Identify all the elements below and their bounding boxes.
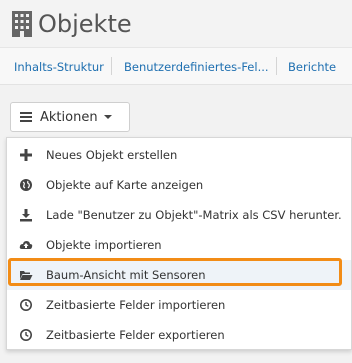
cloud-upload-icon	[19, 241, 33, 249]
menu-item-label: Zeitbasierte Felder exportieren	[46, 328, 225, 342]
menu-item-label: Objekte importieren	[46, 238, 162, 252]
menu-item-label: Neues Objekt erstellen	[46, 148, 178, 162]
menu-item-export-time-fields[interactable]: Zeitbasierte Felder exportieren	[7, 320, 351, 350]
menu-item-tree-view-sensors[interactable]: Baum-Ansicht mit Sensoren	[7, 260, 351, 290]
actions-menu: Neues Objekt erstellen Objekte auf Karte…	[6, 137, 352, 350]
tab-benutzerdefiniertes-felder[interactable]: Benutzerdefiniertes-Fel...	[124, 60, 269, 74]
actions-label: Aktionen	[40, 109, 98, 125]
building-icon	[12, 11, 32, 37]
menu-item-label: Baum-Ansicht mit Sensoren	[46, 268, 206, 282]
menu-item-label: Zeitbasierte Felder importieren	[46, 298, 226, 312]
title-row: Objekte	[10, 9, 132, 39]
menu-item-import-objects[interactable]: Objekte importieren	[7, 230, 351, 260]
actions-dropdown-button[interactable]: Aktionen	[10, 102, 130, 132]
clock-icon	[20, 329, 32, 341]
menu-item-show-on-map[interactable]: Objekte auf Karte anzeigen	[7, 170, 351, 200]
menu-item-label: Lade "Benutzer zu Objekt"-Matrix als CSV…	[46, 208, 342, 222]
clock-icon	[20, 299, 32, 311]
plus-icon	[20, 149, 32, 161]
page-title: Objekte	[38, 10, 132, 38]
menu-item-download-matrix[interactable]: Lade "Benutzer zu Objekt"-Matrix als CSV…	[7, 200, 351, 230]
tab-inhalts-struktur[interactable]: Inhalts-Struktur	[14, 60, 104, 74]
download-icon	[20, 209, 32, 222]
menu-item-new-object[interactable]: Neues Objekt erstellen	[7, 140, 351, 170]
menu-item-import-time-fields[interactable]: Zeitbasierte Felder importieren	[7, 290, 351, 320]
tab-berichte[interactable]: Berichte	[288, 60, 336, 74]
folder-open-icon	[20, 271, 33, 280]
menu-icon	[20, 112, 32, 122]
page-header: Objekte	[0, 0, 352, 47]
tab-separator	[111, 57, 112, 75]
menu-item-label: Objekte auf Karte anzeigen	[46, 178, 204, 192]
tab-separator	[276, 57, 277, 75]
globe-icon	[20, 179, 32, 191]
caret-down-icon	[103, 115, 112, 119]
tabs-bar: Inhalts-Struktur Benutzerdefiniertes-Fel…	[0, 47, 352, 85]
